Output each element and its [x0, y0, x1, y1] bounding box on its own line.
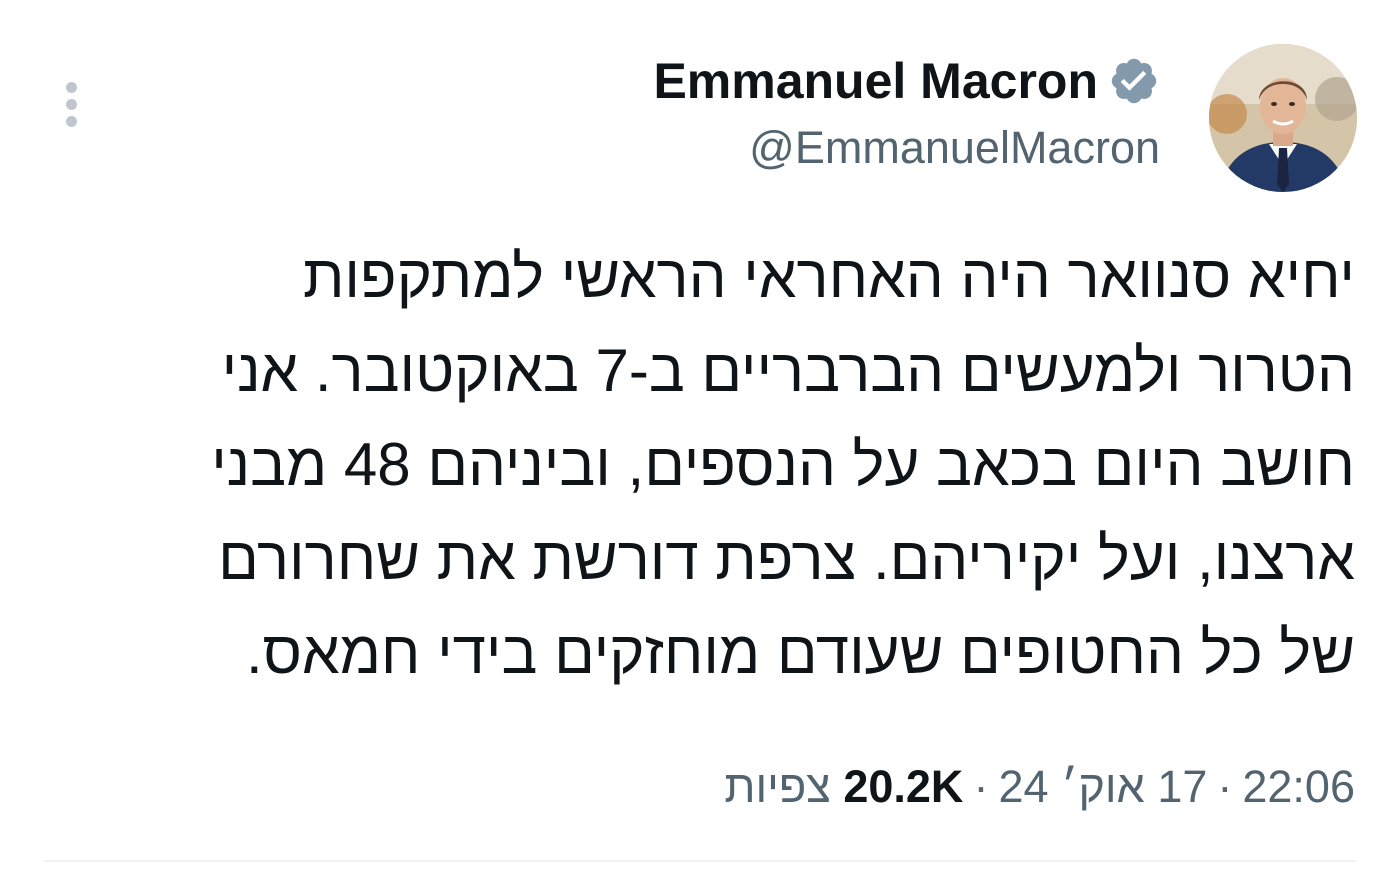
meta-separator: · — [973, 761, 989, 812]
tweet-text-line: של כל החטופים שעודם מוחזקים בידי חמאס. — [246, 619, 1355, 686]
verified-badge-icon[interactable] — [1108, 55, 1160, 107]
meta-separator: · — [1217, 761, 1233, 812]
tweet-text-line: הטרור ולמעשים הברבריים ב-7 באוקטובר. אני — [221, 337, 1355, 404]
tweet-time[interactable]: 22:06 — [1242, 761, 1355, 813]
more-options-button[interactable] — [52, 78, 92, 130]
avatar[interactable] — [1209, 44, 1357, 192]
avatar-photo — [1209, 44, 1357, 192]
tweet-date[interactable]: 17 אוק׳ 24 — [998, 761, 1207, 813]
tweet-text-line: יחיא סנוואר היה האחראי הראשי למתקפות — [302, 243, 1355, 310]
views-label: צפיות — [724, 761, 831, 812]
divider — [44, 860, 1356, 862]
tweet-text-line: חושב היום בכאב על הנספים, וביניהם 48 מבנ… — [211, 431, 1355, 498]
tweet-text: יחיא סנוואר היה האחראי הראשי למתקפות הטר… — [115, 230, 1355, 700]
views-count: 20.2K — [843, 761, 964, 812]
tweet-card: Emmanuel Macron @EmmanuelMacron יחיא סנו… — [0, 0, 1400, 872]
tweet-meta: 22:06 · 17 אוק׳ 24 · 20.2K צפיות — [724, 755, 1355, 819]
author-handle[interactable]: @EmmanuelMacron — [749, 122, 1160, 174]
tweet-author: Emmanuel Macron @EmmanuelMacron — [540, 50, 1160, 180]
author-name-row: Emmanuel Macron — [653, 50, 1160, 112]
views[interactable]: 20.2K צפיות — [724, 761, 963, 813]
author-display-name[interactable]: Emmanuel Macron — [653, 52, 1098, 110]
tweet-text-line: ארצנו, ועל יקיריהם. צרפת דורשת את שחרורם — [218, 525, 1355, 592]
